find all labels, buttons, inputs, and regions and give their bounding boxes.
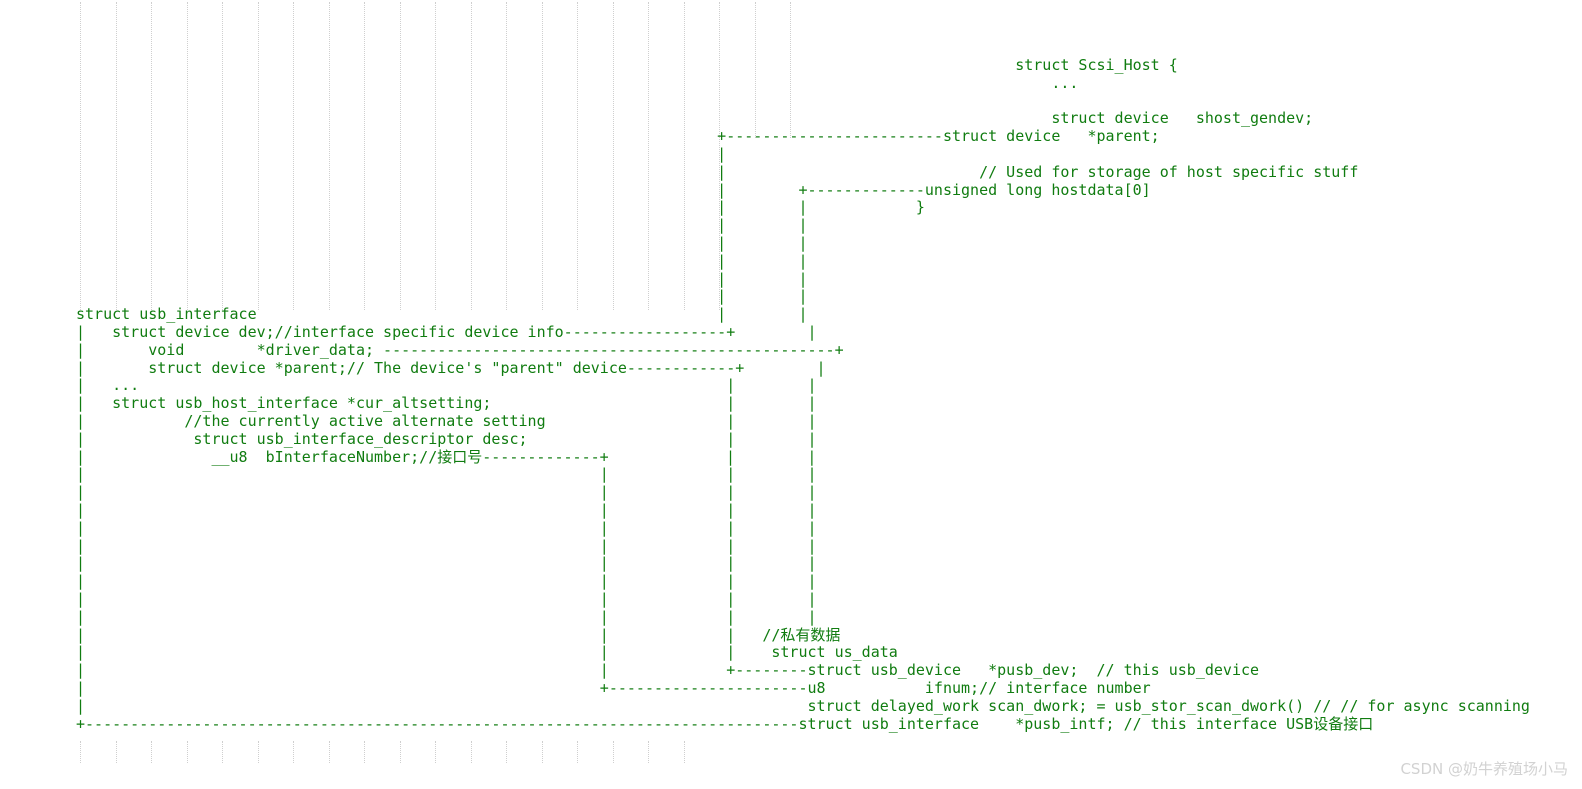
- ascii-art-line: | void *driver_data; -------------------…: [76, 340, 844, 359]
- ascii-art-line: |: [76, 145, 727, 163]
- ascii-art-line: | struct device dev;//interface specific…: [76, 323, 817, 341]
- ascii-art-line: | struct usb_host_interface *cur_altsett…: [76, 394, 817, 413]
- ascii-art-line: | +----------------------u8 ifnum;// int…: [76, 679, 1151, 697]
- ascii-art-line: | | | //私有数据: [76, 625, 841, 644]
- ascii-art-line: | |: [76, 216, 808, 235]
- ascii-art-line: | |: [76, 234, 808, 252]
- ascii-art-line: struct usb_interface | |: [76, 305, 808, 324]
- ascii-art-line: | | | |: [76, 483, 817, 502]
- ascii-art-line: | +-------------unsigned long hostdata[0…: [76, 180, 1151, 199]
- ascii-art-line: | __u8 bInterfaceNumber;//接口号-----------…: [76, 447, 817, 466]
- ascii-art-line: | |: [76, 269, 808, 288]
- ascii-art-line: | //the currently active alternate setti…: [76, 412, 817, 430]
- ascii-art-line: ...: [76, 73, 1079, 92]
- ascii-art-line: struct device shost_gendev;: [76, 109, 1314, 128]
- ascii-art-line: +------------------------struct device *…: [76, 127, 1160, 146]
- ascii-art-line: | struct usb_interface_descriptor desc; …: [76, 429, 817, 448]
- ascii-art-line: struct Scsi_Host {: [76, 56, 1178, 74]
- ascii-art-line: | | +--------struct usb_device *pusb_dev…: [76, 661, 1260, 680]
- ascii-art-line: | | | struct us_data: [76, 643, 898, 662]
- ascii-art-line: | | | |: [76, 501, 817, 519]
- ascii-art-line: | ... | |: [76, 376, 817, 395]
- ascii-art-line: | | | |: [76, 572, 817, 591]
- ascii-art-line: | | | |: [76, 465, 817, 484]
- ascii-art-line: | |: [76, 287, 808, 306]
- ascii-art-line: | struct device *parent;// The device's …: [76, 358, 826, 377]
- ascii-art-line: | | | |: [76, 554, 817, 573]
- csdn-watermark: CSDN @奶牛养殖场小马: [1400, 760, 1568, 778]
- ascii-art-line: | | | |: [76, 536, 817, 555]
- ascii-art-line: +---------------------------------------…: [76, 714, 1374, 733]
- ascii-art-canvas: struct Scsi_Host { ... struct device sho…: [0, 0, 1582, 789]
- ascii-art-line: | | | |: [76, 607, 817, 626]
- ascii-art-line: | | | |: [76, 518, 817, 537]
- ascii-art-line: | // Used for storage of host specific s…: [76, 162, 1359, 181]
- ascii-art-line: | |: [76, 251, 808, 270]
- ascii-art-line: | | }: [76, 198, 925, 217]
- ascii-art-line: | struct delayed_work scan_dwork; = usb_…: [76, 696, 1530, 715]
- ascii-art-line: | | | |: [76, 590, 817, 608]
